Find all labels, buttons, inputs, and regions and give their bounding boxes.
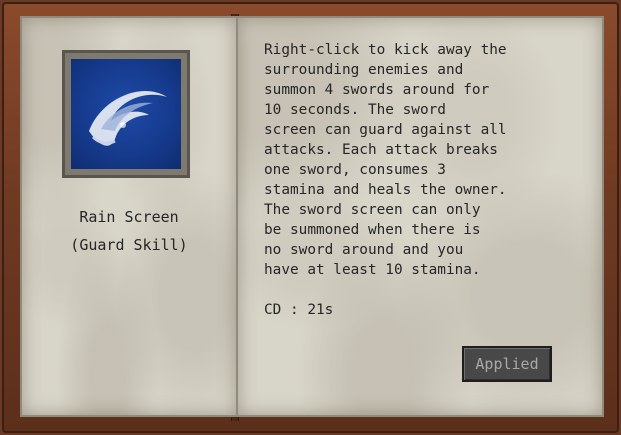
skill-icon-frame xyxy=(62,50,190,178)
swirl-wave-icon xyxy=(71,59,181,169)
applied-button[interactable]: Applied xyxy=(462,346,552,382)
left-page: Rain Screen (Guard Skill) xyxy=(20,16,238,417)
right-page: Right-click to kick away the surrounding… xyxy=(236,16,604,417)
skill-book: Rain Screen (Guard Skill) Right-click to… xyxy=(0,0,621,435)
skill-name: Rain Screen xyxy=(79,208,179,226)
skill-cooldown: CD : 21s xyxy=(264,302,334,318)
skill-description: Right-click to kick away the surrounding… xyxy=(264,42,507,278)
skill-type: (Guard Skill) xyxy=(70,236,188,254)
